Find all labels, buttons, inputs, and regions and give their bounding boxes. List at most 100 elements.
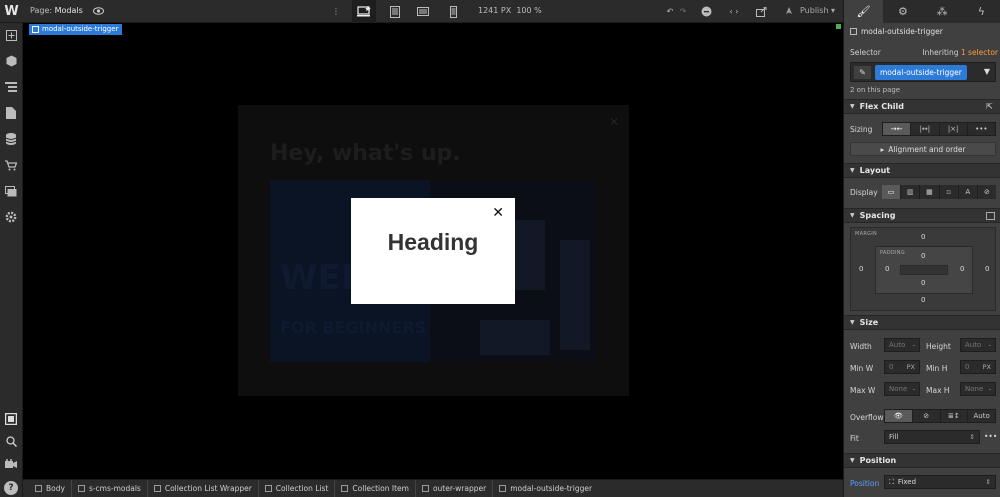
margin-bottom-value[interactable]: 0 [921,296,925,304]
selector-chip[interactable]: modal-outside-trigger [875,65,967,80]
content-box [900,265,948,275]
section-layout[interactable]: ▼ Layout [844,163,1000,178]
mobile-landscape-icon[interactable] [414,0,432,23]
selected-element-tag[interactable]: modal-outside-trigger [29,24,123,35]
search-icon[interactable] [4,434,18,448]
display-label: Display [850,188,878,197]
chevron-down-icon[interactable]: ▼ [984,67,990,76]
code-icon[interactable]: ‹ › [727,0,741,23]
breadcrumb-item[interactable]: Collection List Wrapper [148,479,259,497]
min-height-input[interactable]: 0 PX [960,360,996,374]
min-width-unit[interactable]: PX [907,363,915,371]
selector-edit-icon[interactable]: ✎ [854,66,871,79]
tablet-breakpoint-icon[interactable] [386,0,404,23]
section-position[interactable]: ▼ Position [844,453,1000,468]
style-brush-icon[interactable]: 🖌 [844,0,884,23]
breadcrumb-item[interactable]: Body [29,479,72,497]
help-icon[interactable]: ? [4,481,18,495]
inheriting-info[interactable]: Inheriting 1 selector [922,48,998,57]
selector-field[interactable]: ✎ modal-outside-trigger ▼ [850,62,996,82]
modal-popup[interactable]: ✕ Heading [351,198,515,304]
video-subtitle-text: FOR BEGINNERS [280,318,427,337]
settings-gear-icon[interactable]: ⚙ [883,0,922,23]
section-title: Layout [859,166,891,175]
display-inline-block-icon[interactable]: ▫ [939,185,959,199]
margin-right-value[interactable]: 0 [985,265,989,273]
min-height-unit[interactable]: PX [983,363,991,371]
alignment-order-button[interactable]: ▸ Alignment and order [850,142,996,156]
cms-database-icon[interactable] [4,132,18,146]
export-icon[interactable] [754,0,768,23]
grow-if-possible-icon[interactable]: |↔| [911,123,940,135]
modal-heading[interactable]: Heading [351,229,515,256]
pages-icon[interactable] [4,106,18,120]
publish-button[interactable]: Publish ▾ [800,6,835,15]
breadcrumb-item[interactable]: outer-wrapper [416,479,494,497]
display-flex-icon[interactable]: ▥ [901,185,921,199]
overflow-hidden-icon[interactable]: ⊘ [913,410,941,422]
overflow-auto-button[interactable]: Auto [968,410,995,422]
breadcrumb-item[interactable]: Collection List [259,479,336,497]
margin-top-value[interactable]: 0 [921,233,925,241]
preview-eye-icon[interactable] [92,5,104,17]
max-height-input[interactable]: None - [960,382,996,396]
padding-bottom-value[interactable]: 0 [921,279,925,287]
audit-square-icon[interactable] [4,412,18,426]
min-width-input[interactable]: 0 PX [884,360,920,374]
height-input[interactable]: Auto - [960,338,996,352]
padding-left-value[interactable]: 0 [885,265,889,273]
max-width-input[interactable]: None - [884,382,920,396]
overflow-scroll-icon[interactable]: ≣↕ [941,410,969,422]
display-block-icon[interactable]: ▭ [882,185,902,199]
padding-right-value[interactable]: 0 [960,265,964,273]
more-vertical-icon[interactable]: ⋮ [330,0,342,23]
display-none-icon[interactable]: ⊘ [977,185,997,199]
redo-icon[interactable]: ↷ [677,0,689,23]
breadcrumb-item[interactable]: s-cms-modals [72,479,148,497]
more-options-icon[interactable]: ••• [968,123,995,135]
position-select[interactable]: ⛶ Fixed ⇕ [884,475,996,489]
breadcrumb-item[interactable]: modal-outside-trigger [493,480,598,497]
symbols-cube-icon[interactable] [4,54,18,68]
padding-top-value[interactable]: 0 [921,252,925,260]
caret-down-icon: ▼ [850,212,855,219]
overflow-visible-eye-icon[interactable]: 👁 [885,410,913,422]
comments-icon[interactable] [699,0,713,23]
fit-select[interactable]: Fill ⇕ [884,430,980,444]
breadcrumb: Body s-cms-modals Collection List Wrappe… [23,479,843,497]
dont-shrink-icon[interactable]: |×| [940,123,968,135]
max-height-value: None [965,385,984,393]
design-canvas[interactable]: modal-outside-trigger Hey, what's up. ✕ … [23,23,843,479]
sizing-label: Sizing [850,125,873,134]
interactions-bolt-icon[interactable]: ϟ [962,0,1000,23]
spacing-box-icon[interactable] [986,212,995,220]
page-selector[interactable]: Page: Modals [30,6,83,15]
display-inline-icon[interactable]: A [958,185,978,199]
section-flex-child[interactable]: ▼ Flex Child ⇱ [844,99,1000,114]
expand-icon[interactable]: ⇱ [986,102,995,111]
more-options-icon[interactable]: ••• [984,432,997,441]
style-manager-drops-icon[interactable]: ⁂ [923,0,962,23]
video-tutorials-icon[interactable] [4,456,18,470]
width-input[interactable]: Auto - [884,338,920,352]
navigator-icon[interactable] [4,80,18,94]
breadcrumb-label: outer-wrapper [432,484,487,493]
ecommerce-cart-icon[interactable] [4,158,18,172]
settings-gear-icon[interactable] [4,210,18,224]
mobile-portrait-icon[interactable] [446,0,460,23]
add-elements-icon[interactable] [4,28,18,42]
section-spacing[interactable]: ▼ Spacing [844,208,1000,223]
undo-icon[interactable]: ↶ [663,0,677,23]
margin-box: MARGIN 0 0 0 0 PADDING 0 0 0 0 [850,227,996,311]
modal-close-icon[interactable]: ✕ [492,206,504,220]
min-width-value: 0 [889,363,894,371]
margin-left-value[interactable]: 0 [859,265,863,273]
shrink-if-needed-icon[interactable]: →← [883,123,912,135]
breadcrumb-item[interactable]: Collection Item [335,479,416,497]
section-size[interactable]: ▼ Size [844,315,1000,330]
webflow-logo[interactable]: W [0,0,23,23]
assets-images-icon[interactable] [4,184,18,198]
desktop-breakpoint-icon[interactable] [352,0,376,23]
display-grid-icon[interactable]: ▦ [920,185,940,199]
min-height-value: 0 [965,363,970,371]
